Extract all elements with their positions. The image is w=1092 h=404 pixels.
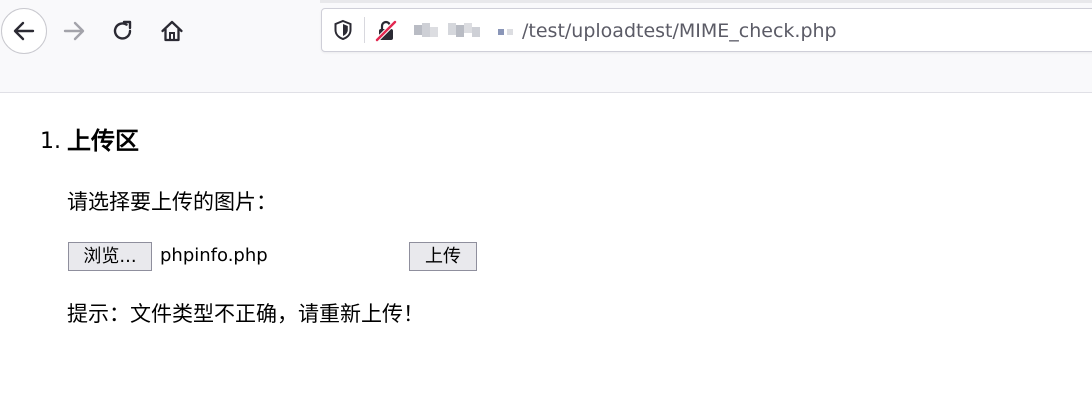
list-marker: 1.: [40, 129, 61, 154]
selected-file-name: phpinfo.php: [160, 245, 268, 266]
redacted-host: [414, 21, 522, 41]
url-path: /test/uploadtest/MIME_check.php: [522, 20, 837, 42]
address-bar[interactable]: /test/uploadtest/MIME_check.php: [321, 8, 1092, 52]
browse-file-button[interactable]: 浏览...: [68, 242, 152, 271]
browser-toolbar: /test/uploadtest/MIME_check.php: [0, 0, 1092, 93]
upload-area-heading: 上传区: [67, 127, 139, 155]
shield-icon[interactable]: [332, 19, 354, 41]
tab-strip-edge: [320, 0, 1092, 3]
page-content: 1. 上传区 请选择要上传的图片： 浏览... phpinfo.php 上传 提…: [0, 93, 1092, 404]
upload-prompt: 请选择要上传的图片：: [67, 190, 277, 214]
back-arrow-icon: [13, 21, 35, 41]
forward-arrow-icon: [63, 21, 85, 41]
forward-button[interactable]: [51, 8, 97, 54]
url-separator: [364, 17, 365, 43]
reload-button[interactable]: [100, 8, 146, 54]
insecure-connection-icon[interactable]: [374, 19, 398, 43]
reload-icon: [113, 20, 132, 40]
home-icon: [161, 20, 183, 42]
home-button[interactable]: [149, 8, 195, 54]
upload-submit-button[interactable]: 上传: [409, 242, 477, 271]
upload-error-message: 提示：文件类型不正确，请重新上传！: [67, 302, 424, 326]
back-button[interactable]: [1, 8, 47, 54]
